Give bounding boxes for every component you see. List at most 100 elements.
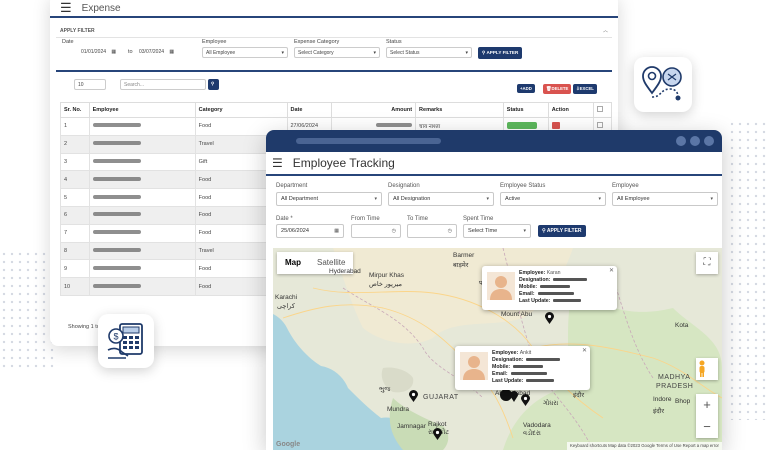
chevron-down-icon: ▾ [373, 50, 376, 56]
calendar-icon: ▦ [169, 49, 175, 55]
close-icon[interactable]: ✕ [609, 267, 614, 274]
place-label: इंदौर [653, 408, 664, 415]
street-view-pegman-icon[interactable] [696, 358, 718, 380]
tracking-header: ☰ Employee Tracking [266, 152, 722, 176]
employee-select[interactable]: All Employee ▾ [202, 47, 288, 58]
delete-icon[interactable] [551, 121, 560, 129]
window-titlebar [266, 130, 722, 152]
zoom-in-icon[interactable]: + [696, 394, 718, 416]
employee-info-popup: Employee: Karan Designation: Mobile: Ema… [482, 266, 617, 310]
dot-pattern-right [728, 120, 770, 420]
employee-status-label: Employee Status [500, 183, 546, 189]
checkbox-icon[interactable] [596, 122, 603, 129]
apply-filter-button[interactable]: ⚲ APPLY FILTER [478, 47, 523, 59]
clock-icon: ◷ [391, 228, 396, 234]
map-pin-icon[interactable] [521, 394, 530, 406]
map-pin-icon[interactable] [433, 428, 442, 440]
zoom-out-icon[interactable]: − [696, 416, 718, 438]
from-time-input[interactable]: ◷ [351, 224, 401, 238]
add-button[interactable]: +ADD [517, 84, 535, 93]
redacted-value [92, 230, 141, 235]
employee-label: Employee [612, 183, 639, 189]
place-label: Karachi [275, 294, 298, 301]
to-date-input[interactable]: 03/07/2024 ▦ [136, 47, 196, 58]
employee-select[interactable]: All Employee ▾ [612, 192, 718, 206]
employee-status-select[interactable]: Active ▾ [500, 192, 606, 206]
col-amount[interactable]: Amount [331, 102, 417, 118]
to-time-input[interactable]: ◷ [407, 224, 457, 238]
place-label: ગોધરા [543, 400, 559, 407]
redacted-value [513, 365, 544, 369]
place-label: ભુજ [379, 386, 391, 393]
chevron-down-icon: ▾ [486, 196, 489, 202]
mobile-field-label: Mobile: [519, 284, 538, 290]
redacted-value [92, 141, 141, 146]
place-label: Bhop [675, 398, 691, 405]
cell-sr-no: 9 [60, 259, 90, 279]
col-category[interactable]: Category [194, 102, 288, 118]
col-action: Action [547, 102, 594, 118]
close-icon[interactable]: ✕ [582, 347, 587, 354]
menu-icon[interactable]: ☰ [272, 156, 283, 170]
col-sr-no[interactable]: Sr. No. [60, 102, 90, 118]
window-dot-icon [676, 136, 686, 146]
place-label: Rajkot [428, 421, 447, 428]
map-pin-cluster-icon[interactable] [499, 388, 519, 402]
map-pin-icon[interactable] [545, 312, 554, 324]
redacted-value [540, 285, 571, 289]
col-select-all[interactable] [592, 102, 613, 118]
search-input[interactable]: Search... [120, 79, 206, 90]
filter-bar-label: APPLY FILTER [60, 27, 95, 34]
place-label: Mount Abu [501, 311, 533, 318]
map-view[interactable]: Map Satellite ⛶ + − Hyderabad Mirpur Kha… [273, 248, 722, 450]
delete-button[interactable]: 🗑DELETE [543, 84, 572, 94]
employee-value: All Employee [617, 196, 650, 202]
redacted-value [553, 278, 588, 282]
cell-sr-no: 1 [60, 117, 90, 136]
svg-text:$: $ [114, 332, 119, 342]
col-remarks[interactable]: Remarks [415, 102, 504, 118]
map-attribution[interactable]: Keyboard shortcuts Map data ©2023 Google… [566, 442, 722, 450]
chevron-up-icon[interactable]: ︿ [603, 27, 608, 34]
spent-time-select[interactable]: Select Time ▾ [463, 224, 531, 238]
designation-select[interactable]: All Designation ▾ [388, 192, 494, 206]
from-date-input[interactable]: 01/01/2024 ▦ [62, 47, 124, 58]
col-employee[interactable]: Employee [88, 102, 196, 118]
chevron-down-icon: ▾ [710, 196, 713, 202]
col-date[interactable]: Date [286, 102, 333, 118]
place-label: Mundra [387, 406, 410, 413]
menu-icon[interactable]: ☰ [60, 0, 72, 16]
category-select[interactable]: Select Category ▾ [294, 47, 380, 58]
employee-name: Ankit [519, 350, 532, 356]
fullscreen-icon[interactable]: ⛶ [696, 252, 718, 274]
search-button[interactable]: ⚲ [208, 79, 219, 90]
chevron-down-icon: ▾ [281, 50, 284, 56]
avatar [487, 272, 515, 300]
col-status[interactable]: Status [502, 102, 549, 118]
redacted-value [553, 299, 582, 303]
apply-filter-label: APPLY FILTER [486, 50, 519, 55]
date-input[interactable]: 25/06/2024 ▦ [276, 224, 344, 238]
cell-employee [88, 241, 196, 261]
cell-sr-no: 4 [60, 170, 90, 190]
spent-time-value: Select Time [468, 228, 498, 234]
department-select[interactable]: All Department ▾ [276, 192, 382, 206]
from-date-value: 01/01/2024 [81, 49, 107, 55]
apply-filter-button[interactable]: ⚲ APPLY FILTER [538, 225, 586, 237]
employee-field-label: Employee: [492, 350, 519, 356]
filter-bar[interactable]: APPLY FILTER ︿ [56, 24, 612, 38]
page-size-select[interactable]: 10 [74, 79, 106, 90]
checkbox-icon[interactable] [596, 106, 603, 112]
page-title: Employee Tracking [292, 156, 395, 170]
employee-name: Karan [546, 270, 561, 276]
tab-map[interactable]: Map [277, 252, 309, 274]
popup-details: Employee: Karan Designation: Mobile: Ema… [519, 270, 588, 305]
address-bar [296, 138, 441, 144]
map-pin-icon[interactable] [409, 390, 418, 402]
add-label: ADD [522, 86, 532, 91]
calendar-icon: ▦ [334, 228, 339, 234]
zoom-control: + − [696, 394, 718, 438]
excel-button[interactable]: ⇩EXCEL [573, 84, 597, 94]
date-value: 25/06/2024 [281, 228, 309, 234]
status-select[interactable]: Select Status ▾ [386, 47, 472, 58]
